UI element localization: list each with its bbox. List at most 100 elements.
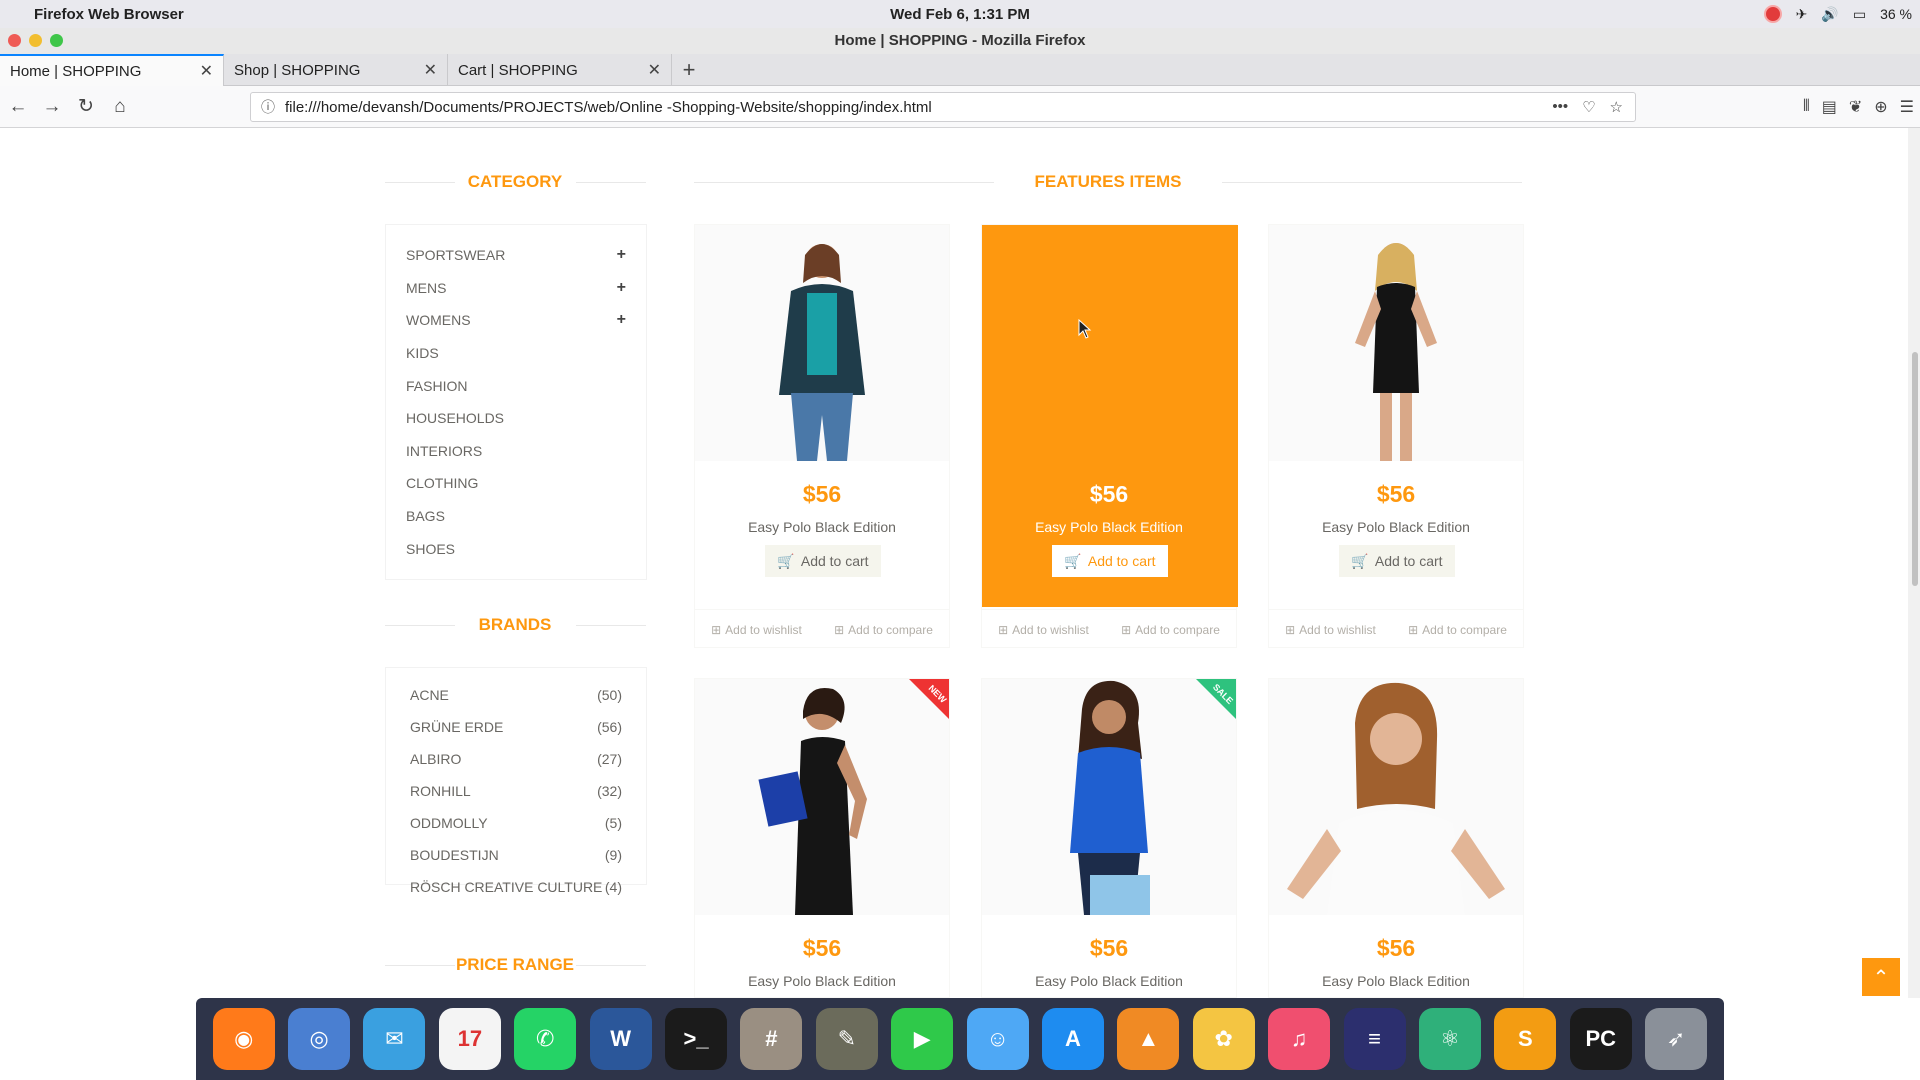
launchpad-icon[interactable]: ➶ <box>1645 1008 1708 1070</box>
brand-item[interactable]: BOUDESTIJN (9) <box>410 845 622 865</box>
close-icon[interactable]: ✕ <box>424 60 437 80</box>
brand-label[interactable]: ODDMOLLY <box>410 815 488 831</box>
category-label[interactable]: INTERIORS <box>406 443 482 459</box>
category-item[interactable]: KIDS <box>406 342 626 364</box>
add-to-cart-button[interactable]: 🛒 Add to cart <box>765 545 881 577</box>
category-label[interactable]: SHOES <box>406 541 455 557</box>
brand-label[interactable]: RONHILL <box>410 783 471 799</box>
brand-item[interactable]: GRÜNE ERDE (56) <box>410 717 622 737</box>
mail-icon[interactable]: ✉ <box>363 1008 426 1070</box>
tab-cart[interactable]: Cart | SHOPPING ✕ <box>448 54 672 86</box>
atom-icon[interactable]: ⚛ <box>1418 1008 1481 1070</box>
category-label[interactable]: SPORTSWEAR <box>406 247 505 263</box>
finder-icon[interactable]: ☺ <box>966 1008 1029 1070</box>
product-image[interactable] <box>1269 679 1523 915</box>
category-item[interactable]: SPORTSWEAR + <box>406 244 626 266</box>
forward-icon[interactable]: → <box>36 91 68 123</box>
maximize-window-button[interactable] <box>50 34 63 47</box>
bookmark-star-icon[interactable]: ☆ <box>1610 98 1623 116</box>
category-item[interactable]: SHOES <box>406 538 626 560</box>
scrollbar-thumb[interactable] <box>1912 352 1918 586</box>
calculator-icon[interactable]: # <box>740 1008 803 1070</box>
page-actions-icon[interactable]: ••• <box>1552 98 1568 116</box>
brand-item[interactable]: RONHILL (32) <box>410 781 622 801</box>
plus-icon[interactable]: + <box>617 311 626 329</box>
add-to-compare-link[interactable]: ⊞ Add to compare <box>1408 623 1507 637</box>
add-to-compare-link[interactable]: ⊞ Add to compare <box>834 623 933 637</box>
close-icon[interactable]: ✕ <box>648 60 661 80</box>
pocket-icon[interactable]: ♡ <box>1582 98 1595 116</box>
category-item[interactable]: FASHION <box>406 375 626 397</box>
pycharm-icon[interactable]: PC <box>1569 1008 1632 1070</box>
gimp-icon[interactable]: ✎ <box>815 1008 878 1070</box>
product-image[interactable] <box>1269 225 1523 461</box>
add-to-cart-button[interactable]: 🛒 Add to cart <box>1052 545 1168 577</box>
appstore-icon[interactable]: A <box>1041 1008 1104 1070</box>
tab-home[interactable]: Home | SHOPPING ✕ <box>0 54 224 86</box>
category-label[interactable]: BAGS <box>406 508 445 524</box>
category-item[interactable]: BAGS <box>406 505 626 527</box>
brand-label[interactable]: RÖSCH CREATIVE CULTURE <box>410 879 602 895</box>
terminal-icon[interactable]: >_ <box>665 1008 728 1070</box>
sidebar-icon[interactable]: ▤ <box>1822 97 1837 117</box>
category-item[interactable]: WOMENS + <box>406 309 626 331</box>
chromium-icon[interactable]: ◎ <box>288 1008 351 1070</box>
extension-icon[interactable]: ❦ <box>1849 97 1862 117</box>
category-label[interactable]: MENS <box>406 280 446 296</box>
plus-icon[interactable]: + <box>617 279 626 297</box>
add-to-wishlist-link[interactable]: ⊞ Add to wishlist <box>1285 623 1376 637</box>
library-icon[interactable]: ⫴ <box>1803 98 1810 116</box>
category-label[interactable]: HOUSEHOLDS <box>406 410 504 426</box>
add-to-wishlist-link[interactable]: ⊞ Add to wishlist <box>998 623 1089 637</box>
add-to-wishlist-link[interactable]: ⊞ Add to wishlist <box>711 623 802 637</box>
music-icon[interactable]: ♫ <box>1268 1008 1331 1070</box>
brand-label[interactable]: ALBIRO <box>410 751 461 767</box>
vlc-icon[interactable]: ▲ <box>1117 1008 1180 1070</box>
download-icon[interactable]: ⊕ <box>1874 97 1887 117</box>
menu-icon[interactable]: ☰ <box>1900 97 1914 117</box>
brand-item[interactable]: RÖSCH CREATIVE CULTURE (4) <box>410 877 622 897</box>
eclipse-icon[interactable]: ≡ <box>1343 1008 1406 1070</box>
airplane-icon[interactable]: ✈ <box>1796 6 1808 23</box>
reload-icon[interactable]: ↻ <box>70 91 102 123</box>
home-icon[interactable]: ⌂ <box>104 91 136 123</box>
os-clock[interactable]: Wed Feb 6, 1:31 PM <box>0 6 1920 23</box>
close-icon[interactable]: ✕ <box>200 61 213 81</box>
category-item[interactable]: CLOTHING <box>406 472 626 494</box>
category-item[interactable]: HOUSEHOLDS <box>406 407 626 429</box>
sublime-icon[interactable]: S <box>1494 1008 1557 1070</box>
close-window-button[interactable] <box>8 34 21 47</box>
category-label[interactable]: KIDS <box>406 345 439 361</box>
page-scrollbar[interactable] <box>1908 128 1920 998</box>
category-label[interactable]: FASHION <box>406 378 467 394</box>
new-tab-button[interactable]: + <box>672 54 706 85</box>
add-to-cart-button[interactable]: 🛒 Add to cart <box>1339 545 1455 577</box>
plus-icon[interactable]: + <box>617 246 626 264</box>
url-bar[interactable]: ⓘ file:///home/devansh/Documents/PROJECT… <box>250 92 1636 122</box>
firefox-icon[interactable]: ◉ <box>212 1008 275 1070</box>
info-icon[interactable]: ⓘ <box>251 97 285 117</box>
back-icon[interactable]: ← <box>2 91 34 123</box>
category-item[interactable]: MENS + <box>406 277 626 299</box>
category-item[interactable]: INTERIORS <box>406 440 626 462</box>
calendar-icon[interactable]: 17 <box>438 1008 501 1070</box>
add-to-compare-link[interactable]: ⊞ Add to compare <box>1121 623 1220 637</box>
category-label[interactable]: WOMENS <box>406 312 471 328</box>
url-text[interactable]: file:///home/devansh/Documents/PROJECTS/… <box>285 99 1552 116</box>
whatsapp-icon[interactable]: ✆ <box>514 1008 577 1070</box>
product-hover-overlay[interactable]: $56 Easy Polo Black Edition 🛒 Add to cart <box>982 225 1238 607</box>
brand-label[interactable]: GRÜNE ERDE <box>410 719 503 735</box>
minimize-window-button[interactable] <box>29 34 42 47</box>
facetime-icon[interactable]: ▶ <box>891 1008 954 1070</box>
brand-item[interactable]: ODDMOLLY (5) <box>410 813 622 833</box>
scroll-to-top-button[interactable]: ⌃ <box>1862 958 1900 996</box>
photos-icon[interactable]: ✿ <box>1192 1008 1255 1070</box>
product-image[interactable] <box>695 225 949 461</box>
os-app-name[interactable]: Firefox Web Browser <box>34 6 184 23</box>
record-icon[interactable] <box>1763 5 1782 23</box>
battery-icon[interactable]: ▭ <box>1853 6 1866 23</box>
brand-item[interactable]: ACNE (50) <box>410 685 622 705</box>
brand-label[interactable]: ACNE <box>410 687 449 703</box>
word-icon[interactable]: W <box>589 1008 652 1070</box>
brand-label[interactable]: BOUDESTIJN <box>410 847 499 863</box>
